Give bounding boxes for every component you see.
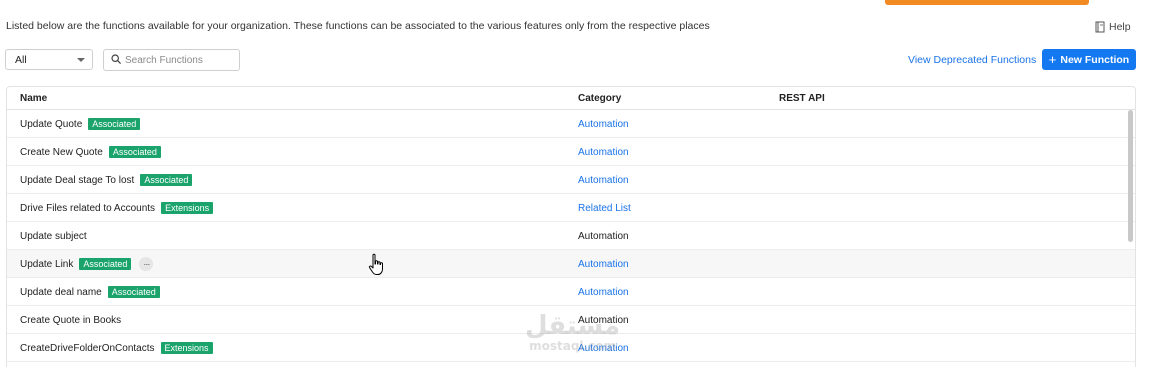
category-link[interactable]: Automation — [578, 278, 629, 306]
function-name[interactable]: Create New Quote — [20, 147, 103, 158]
column-header-name[interactable]: Name — [20, 93, 47, 104]
new-function-label: New Function — [1060, 53, 1130, 66]
function-name[interactable]: Update Quote — [20, 119, 82, 130]
category-link[interactable]: Automation — [578, 166, 629, 194]
help-book-icon — [1095, 21, 1106, 33]
function-name[interactable]: Update Deal stage To lost — [20, 175, 134, 186]
function-name[interactable]: Update Link — [20, 259, 73, 270]
search-icon — [111, 51, 121, 69]
filter-select[interactable]: All — [5, 49, 93, 70]
more-horizontal-icon[interactable]: ··· — [139, 257, 154, 271]
function-name[interactable]: Update subject — [20, 231, 87, 242]
table-row[interactable]: Drive Files related to Accounts Extensio… — [7, 194, 1135, 222]
function-name[interactable]: CreateDriveFolderOnContacts — [20, 343, 155, 354]
help-label: Help — [1109, 21, 1131, 33]
status-badge: Associated — [79, 258, 132, 270]
category-link[interactable]: Automation — [578, 138, 629, 166]
vertical-scrollbar[interactable] — [1128, 110, 1133, 242]
table-row[interactable]: Create Quote in Books Automation — [7, 306, 1135, 334]
function-name[interactable]: Drive Files related to Accounts — [20, 203, 155, 214]
category-link[interactable]: Related List — [578, 194, 631, 222]
category-link[interactable]: Automation — [578, 334, 629, 362]
new-function-button[interactable]: + New Function — [1042, 49, 1136, 70]
status-badge: Extensions — [161, 202, 214, 214]
category-text: Automation — [578, 230, 629, 242]
intro-text: Listed below are the functions available… — [6, 20, 710, 32]
status-badge: Associated — [108, 146, 161, 158]
hand-pointer-icon — [368, 253, 386, 282]
table-row[interactable]: Update deal name Associated Automation — [7, 278, 1135, 306]
table-row[interactable]: Update Deal stage To lost Associated Aut… — [7, 166, 1135, 194]
table-row[interactable]: Update subject Automation — [7, 222, 1135, 250]
functions-table: Name Category REST API Update Quote Asso… — [6, 86, 1136, 367]
table-row[interactable]: CreateDriveFolderOnContacts Extensions A… — [7, 334, 1135, 362]
view-deprecated-functions-link[interactable]: View Deprecated Functions — [908, 54, 1036, 66]
search-box[interactable] — [103, 49, 240, 71]
category-link[interactable]: Automation — [578, 110, 629, 138]
search-input[interactable] — [125, 54, 235, 66]
function-name[interactable]: Create Quote in Books — [20, 315, 121, 326]
category-text: Automation — [578, 314, 629, 326]
table-header: Name Category REST API — [7, 87, 1135, 110]
column-header-category[interactable]: Category — [578, 93, 621, 104]
filter-selected-value: All — [15, 54, 27, 66]
table-row[interactable]: Create New Quote Associated Automation — [7, 138, 1135, 166]
status-badge: Associated — [140, 174, 193, 186]
top-action-bar[interactable] — [885, 0, 1089, 5]
table-row[interactable]: Update Link Associated ··· Automation — [7, 250, 1135, 278]
column-header-rest-api[interactable]: REST API — [779, 93, 825, 104]
status-badge: Associated — [107, 286, 160, 298]
status-badge: Extensions — [160, 342, 213, 354]
table-row[interactable]: Update Quote Associated Automation — [7, 110, 1135, 138]
function-name[interactable]: Update deal name — [20, 287, 102, 298]
category-link[interactable]: Automation — [578, 250, 629, 278]
status-badge: Associated — [88, 118, 141, 130]
chevron-down-icon — [77, 58, 85, 62]
plus-icon: + — [1048, 51, 1057, 67]
help-link[interactable]: Help — [1095, 21, 1131, 33]
